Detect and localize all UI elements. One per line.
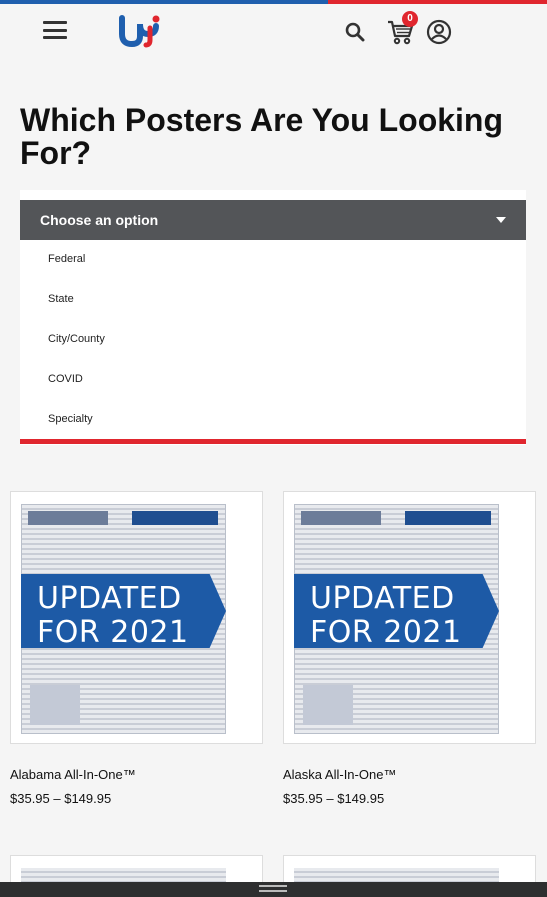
account-icon[interactable] (426, 19, 452, 45)
drag-handle-icon[interactable] (259, 885, 287, 892)
site-header: 0 (0, 4, 547, 60)
product-name-alabama[interactable]: Alabama All-In-One™ (10, 767, 136, 782)
poster-type-dropdown: Choose an option Federal State City/Coun… (20, 190, 526, 445)
dropdown-option-federal[interactable]: Federal (20, 240, 526, 280)
ribbon-text: UPDATED FOR 2021 (37, 581, 189, 650)
search-icon[interactable] (345, 22, 365, 42)
browser-bottom-bar (0, 882, 547, 897)
hamburger-menu-icon[interactable] (43, 21, 67, 39)
dropdown-option-covid[interactable]: COVID (20, 360, 526, 400)
product-name-alaska[interactable]: Alaska All-In-One™ (283, 767, 396, 782)
cart-count-badge: 0 (402, 11, 418, 27)
dropdown-option-city-county[interactable]: City/County (20, 320, 526, 360)
dropdown-options: Federal State City/County COVID Specialt… (20, 240, 526, 440)
ribbon-text: UPDATED FOR 2021 (310, 581, 462, 650)
page-title: Which Posters Are You Looking For? (20, 102, 504, 171)
product-price-alaska: $35.95 – $149.95 (283, 791, 385, 806)
product-image-alaska[interactable]: UPDATED FOR 2021 (283, 491, 536, 744)
dropdown-option-state[interactable]: State (20, 280, 526, 320)
dropdown-selected-label: Choose an option (40, 212, 159, 228)
product-price-alabama: $35.95 – $149.95 (10, 791, 112, 806)
dropdown-option-specialty[interactable]: Specialty (20, 400, 526, 440)
brand-logo[interactable] (118, 14, 164, 48)
chevron-down-icon (496, 217, 506, 223)
dropdown-bottom-border (20, 439, 526, 444)
product-image-alabama[interactable]: UPDATED FOR 2021 (10, 491, 263, 744)
dropdown-toggle[interactable]: Choose an option (20, 200, 526, 240)
